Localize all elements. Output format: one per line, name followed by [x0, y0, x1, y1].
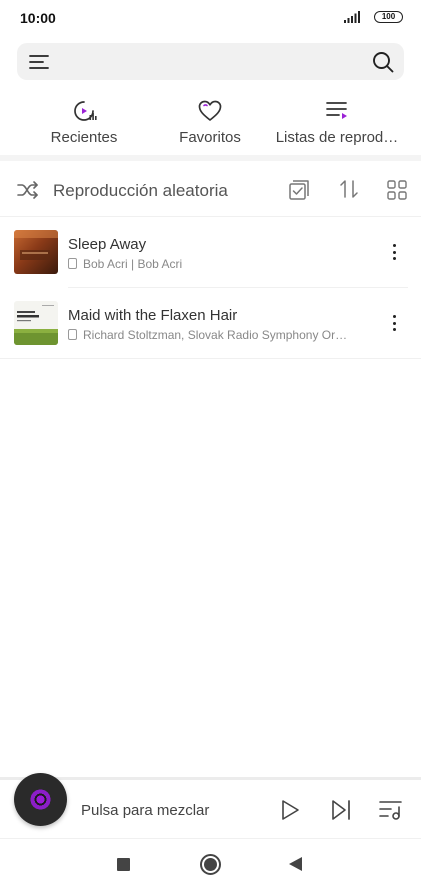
tab-listas[interactable]: Listas de reprod…: [267, 90, 407, 150]
album-art-richard-stoltzman: [14, 301, 58, 345]
more-options-icon[interactable]: [386, 312, 402, 334]
select-icon[interactable]: [288, 179, 310, 201]
recents-square-icon[interactable]: [117, 858, 130, 871]
more-options-icon[interactable]: [386, 241, 402, 263]
tab-label: Recientes: [50, 129, 118, 146]
menu-icon[interactable]: [29, 53, 49, 71]
status-time: 10:00: [20, 10, 56, 26]
track-row[interactable]: Maid with the Flaxen Hair Richard Stoltz…: [0, 288, 421, 358]
track-title: Sleep Away: [68, 236, 147, 253]
search-icon[interactable]: [372, 51, 394, 73]
category-tabs: Recientes Favoritos Listas de reprod…: [0, 90, 421, 150]
heart-icon: [198, 100, 222, 121]
shuffle-play-label[interactable]: Reproducción aleatoria: [53, 181, 228, 201]
track-row[interactable]: Sleep Away Bob Acri | Bob Acri: [0, 217, 421, 287]
tab-favoritos[interactable]: Favoritos: [140, 90, 280, 150]
tab-recientes[interactable]: Recientes: [14, 90, 154, 150]
local-file-icon: [68, 329, 77, 340]
tab-label: Favoritos: [179, 129, 241, 146]
shuffle-icon[interactable]: [17, 180, 39, 200]
track-subtitle: Richard Stoltzman, Slovak Radio Symphony…: [68, 328, 347, 342]
track-subtitle: Bob Acri | Bob Acri: [68, 257, 182, 271]
sort-icon[interactable]: [338, 178, 360, 200]
system-nav-bar: [0, 840, 421, 890]
shuffle-toolbar: Reproducción aleatoria: [0, 165, 421, 215]
grid-view-icon[interactable]: [387, 180, 407, 200]
row-divider: [0, 358, 421, 359]
tab-label: Listas de reprod…: [275, 129, 399, 146]
back-triangle-icon[interactable]: [289, 857, 302, 871]
play-icon[interactable]: [280, 799, 300, 821]
next-icon[interactable]: [331, 799, 351, 821]
track-title: Maid with the Flaxen Hair: [68, 307, 238, 324]
mini-player[interactable]: Pulsa para mezclar: [0, 773, 421, 838]
queue-icon[interactable]: [379, 799, 403, 821]
home-circle-icon[interactable]: [200, 854, 221, 875]
section-divider: [0, 155, 421, 161]
disc-icon[interactable]: [14, 773, 67, 826]
battery-icon: 100: [374, 11, 403, 23]
track-artist: Bob Acri | Bob Acri: [83, 257, 183, 271]
signal-icon: [344, 11, 360, 23]
playlist-icon: [326, 102, 347, 119]
status-bar: 10:00 100: [0, 0, 421, 36]
search-bar[interactable]: [17, 43, 404, 80]
recent-icon: [74, 101, 97, 121]
track-artist: Richard Stoltzman, Slovak Radio Symphony…: [83, 328, 348, 342]
player-prompt[interactable]: Pulsa para mezclar: [81, 802, 209, 819]
album-art-sleep-away: [14, 230, 58, 274]
local-file-icon: [68, 258, 77, 269]
nav-divider: [0, 838, 421, 839]
